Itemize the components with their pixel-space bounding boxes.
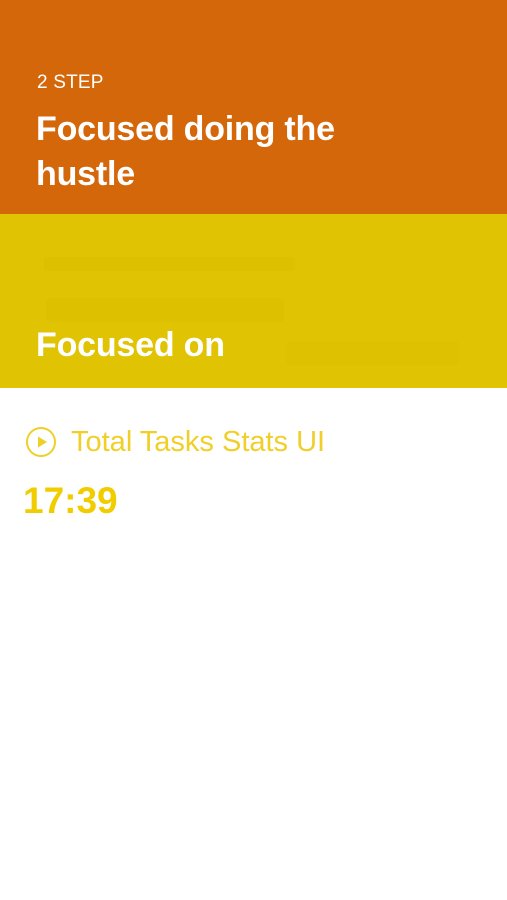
- focus-title: Focused on: [36, 326, 225, 364]
- task-name: Total Tasks Stats UI: [71, 426, 326, 458]
- step-title: Focused doing the hustle: [36, 110, 335, 193]
- transition-ghost-line: [286, 341, 459, 365]
- transition-ghost-line: [46, 298, 284, 322]
- task-row[interactable]: Total Tasks Stats UI: [25, 424, 325, 460]
- step-label: 2 STEP: [37, 72, 104, 93]
- transition-ghost-line: [44, 257, 294, 271]
- play-circle-icon[interactable]: [25, 426, 57, 458]
- task-timer: 17:39: [23, 480, 118, 521]
- step-header: 2 STEP Focused doing the hustle: [0, 0, 507, 214]
- focus-panel: Focused on: [0, 214, 507, 388]
